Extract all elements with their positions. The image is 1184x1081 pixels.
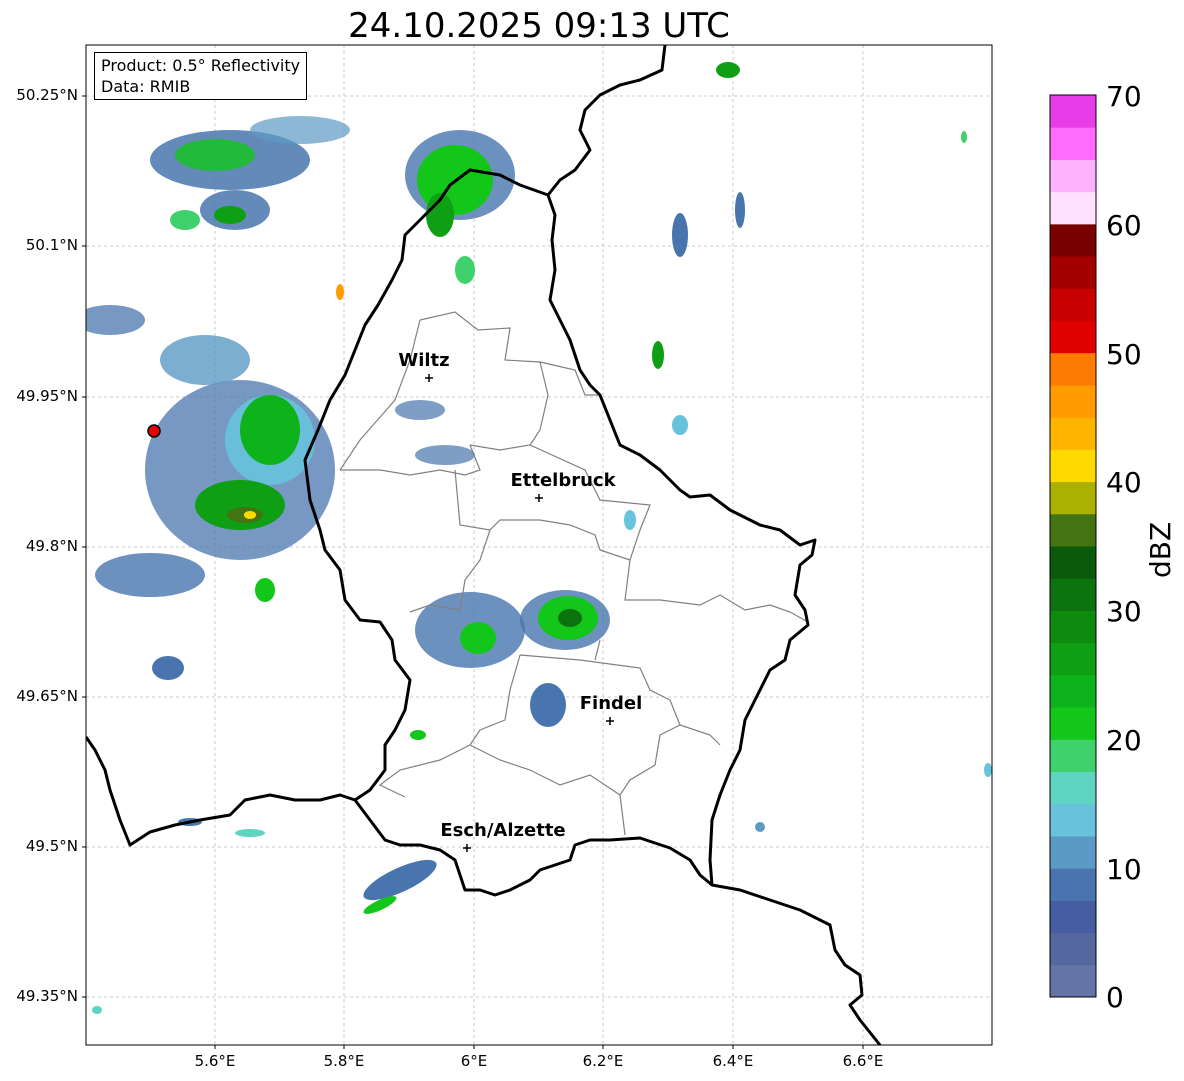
colorbar-segment (1050, 707, 1096, 740)
colorbar-segment (1050, 964, 1096, 998)
colorbar-segment (1050, 481, 1096, 515)
colorbar-segment (1050, 674, 1096, 708)
lat-label: 49.5°N (25, 837, 78, 855)
data-source-label: Data: RMIB (101, 77, 191, 96)
colorbar-tick: 0 (1106, 981, 1124, 1014)
colorbar-segment (1050, 384, 1096, 418)
colorbar-segment (1050, 449, 1096, 483)
radar-echoes (86, 62, 992, 1014)
colorbar-tick: 10 (1106, 853, 1142, 886)
lat-label: 49.65°N (16, 687, 78, 705)
lon-label: 5.8°E (323, 1052, 365, 1070)
lat-label: 49.35°N (16, 987, 78, 1005)
colorbar-tick: 20 (1106, 724, 1142, 757)
product-label: Product: 0.5° Reflectivity (101, 56, 301, 75)
colorbar-label: dBZ (1144, 521, 1177, 578)
colorbar-segment (1050, 900, 1096, 934)
colorbar-tick: 40 (1106, 466, 1142, 499)
city-label-wiltz: Wiltz (398, 350, 450, 371)
colorbar-segment (1050, 803, 1096, 837)
lon-label: 6.2°E (582, 1052, 624, 1070)
colorbar-tick: 50 (1106, 338, 1142, 371)
colorbar (1050, 95, 1096, 998)
colorbar-segment (1050, 191, 1096, 225)
lon-label: 6.4°E (712, 1052, 754, 1070)
colorbar-tick: 70 (1106, 80, 1142, 113)
lon-label: 6°E (460, 1052, 488, 1070)
colorbar-segment (1050, 771, 1096, 805)
colorbar-segment (1050, 256, 1096, 289)
colorbar-segment (1050, 932, 1096, 966)
colorbar-segment (1050, 127, 1096, 160)
product-info-box: Product: 0.5° Reflectivity Data: RMIB (94, 52, 308, 100)
colorbar-segment (1050, 352, 1096, 386)
colorbar-segment (1050, 868, 1096, 901)
radar-map (82, 44, 1097, 1049)
colorbar-segment (1050, 288, 1096, 321)
colorbar-segment (1050, 159, 1096, 193)
lat-label: 49.95°N (16, 387, 78, 405)
city-label-ettelbruck: Ettelbruck (510, 470, 616, 491)
lat-label: 50.25°N (16, 86, 78, 104)
lat-label: 49.8°N (25, 537, 78, 555)
colorbar-segment (1050, 642, 1096, 676)
colorbar-segment (1050, 223, 1096, 257)
city-label-findel: Findel (579, 693, 643, 714)
colorbar-segment (1050, 546, 1096, 579)
lon-label: 5.6°E (194, 1052, 236, 1070)
colorbar-segment (1050, 578, 1096, 611)
colorbar-segment (1050, 739, 1096, 772)
lat-label: 50.1°N (25, 236, 78, 254)
colorbar-segment (1050, 95, 1096, 128)
colorbar-segment (1050, 417, 1096, 450)
colorbar-segment (1050, 320, 1096, 354)
colorbar-segment (1050, 610, 1096, 644)
colorbar-segment (1050, 513, 1096, 547)
colorbar-tick: 30 (1106, 595, 1142, 628)
city-label-esch-alzette: Esch/Alzette (440, 820, 566, 841)
colorbar-segment (1050, 835, 1096, 869)
radar-site-marker (147, 424, 161, 438)
lon-label: 6.6°E (842, 1052, 884, 1070)
colorbar-tick: 60 (1106, 209, 1142, 242)
